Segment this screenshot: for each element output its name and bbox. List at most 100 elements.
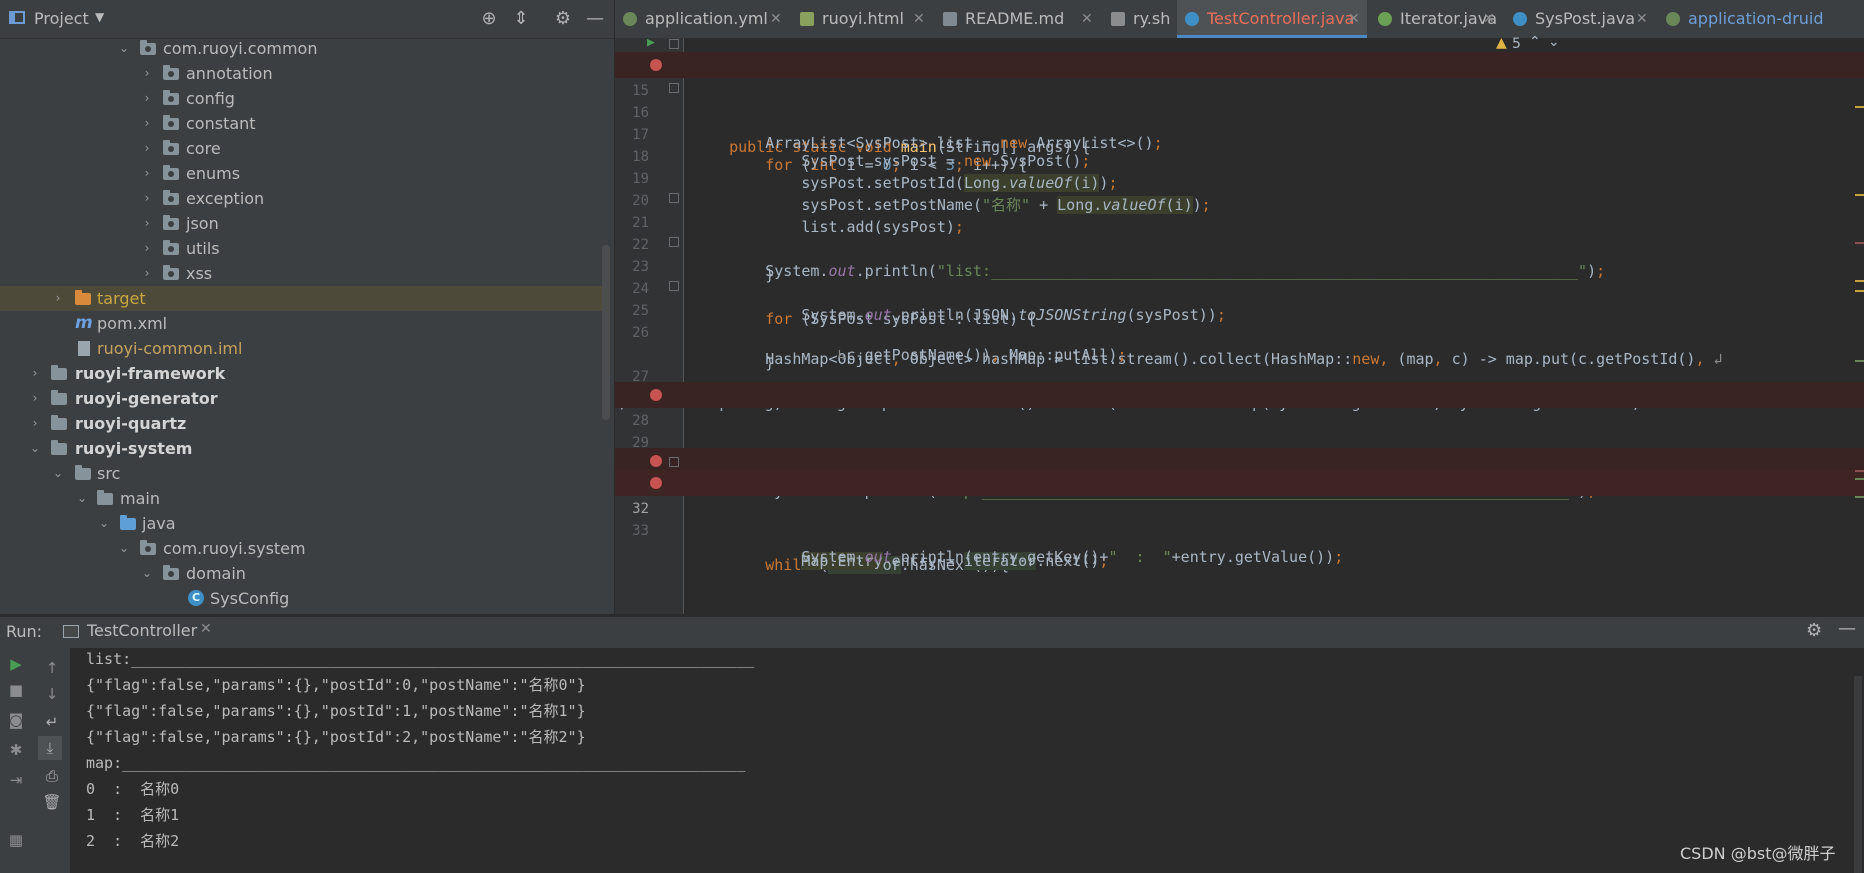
tree-item-sysconfig[interactable]: C SysConfig	[0, 586, 606, 611]
chevron-right-icon[interactable]: ›	[140, 261, 154, 286]
tree-item-constant[interactable]: › constant	[0, 111, 606, 136]
tree-item-config[interactable]: › config	[0, 86, 606, 111]
gear-icon[interactable]: ⚙	[551, 7, 575, 31]
tree-item-ruoyi-generator[interactable]: › ruoyi-generator	[0, 386, 606, 411]
gear-icon[interactable]: ⚙	[1806, 620, 1822, 641]
fold-marker-icon[interactable]	[669, 281, 679, 291]
chevron-right-icon[interactable]: ›	[28, 411, 42, 436]
chevron-right-icon[interactable]: ›	[140, 61, 154, 86]
error-stripe-mark[interactable]	[1855, 106, 1864, 108]
print-icon[interactable]: ⎙	[40, 764, 64, 788]
fold-marker-icon[interactable]	[669, 193, 679, 203]
chevron-down-icon[interactable]: ⌄	[75, 486, 89, 511]
close-icon[interactable]: ✕	[770, 0, 782, 38]
console-output[interactable]: list:___________________________________…	[70, 648, 1864, 873]
fold-marker-icon[interactable]	[669, 457, 679, 467]
chevron-down-icon[interactable]: ⌄	[28, 436, 42, 461]
close-icon[interactable]: ✕	[1081, 0, 1093, 38]
chevron-up-icon[interactable]: ⌃	[1529, 34, 1541, 50]
breakpoint-icon[interactable]	[650, 455, 662, 467]
error-stripe-mark[interactable]	[1855, 280, 1864, 282]
scroll-to-end-icon[interactable]: ⤓	[38, 736, 62, 760]
tab-testcontroller-java[interactable]: TestController.java ✕	[1177, 0, 1367, 38]
tree-item-pom-xml[interactable]: m pom.xml	[0, 311, 606, 336]
tree-item-core[interactable]: › core	[0, 136, 606, 161]
chevron-right-icon[interactable]: ›	[51, 286, 65, 311]
chevron-right-icon[interactable]: ›	[28, 361, 42, 386]
soft-wrap-icon[interactable]: ↵	[40, 710, 64, 734]
tree-item-ruoyi-quartz[interactable]: › ruoyi-quartz	[0, 411, 606, 436]
chevron-right-icon[interactable]: ›	[28, 386, 42, 411]
camera-icon[interactable]: ◙	[4, 708, 28, 732]
error-stripe-mark[interactable]	[1855, 242, 1864, 244]
chevron-down-icon[interactable]: ⌄	[117, 536, 131, 561]
error-stripe-mark[interactable]	[1855, 290, 1864, 292]
chevron-down-icon[interactable]: ⌄	[1548, 34, 1560, 50]
tree-item-xss[interactable]: › xss	[0, 261, 606, 286]
error-stripe-mark[interactable]	[1855, 360, 1864, 362]
chevron-right-icon[interactable]: ›	[140, 186, 154, 211]
project-title[interactable]: Project	[34, 9, 89, 28]
error-stripe-mark[interactable]	[1855, 194, 1864, 196]
tree-item-com-ruoyi-common[interactable]: ⌄ com.ruoyi.common	[0, 36, 606, 61]
chevron-right-icon[interactable]: ›	[140, 136, 154, 161]
fold-marker-icon[interactable]	[669, 83, 679, 93]
rerun-icon[interactable]: ▶	[4, 652, 28, 676]
tree-item-main[interactable]: ⌄ main	[0, 486, 606, 511]
chevron-down-icon[interactable]: ⌄	[140, 561, 154, 586]
chevron-down-icon[interactable]: ⌄	[51, 461, 65, 486]
tab-syspost-java[interactable]: SysPost.java ✕	[1505, 0, 1653, 38]
tab-readme-md[interactable]: README.md ✕	[935, 0, 1098, 38]
tab-iterator-java[interactable]: Iterator.java ✕	[1370, 0, 1500, 38]
error-stripe-mark[interactable]	[1855, 496, 1864, 498]
close-icon[interactable]: ✕	[200, 621, 212, 637]
breakpoint-icon[interactable]	[650, 59, 662, 71]
tree-item-com-ruoyi-system[interactable]: ⌄ com.ruoyi.system	[0, 536, 606, 561]
warning-count[interactable]: 5	[1512, 36, 1521, 52]
project-scrollbar[interactable]	[602, 245, 610, 420]
stop-icon[interactable]: ■	[4, 678, 28, 702]
tab-ruoyi-html[interactable]: ruoyi.html ✕	[792, 0, 930, 38]
breakpoint-icon[interactable]	[650, 389, 662, 401]
tree-item-exception[interactable]: › exception	[0, 186, 606, 211]
fold-marker-icon[interactable]	[669, 39, 679, 49]
tree-item-ruoyi-system[interactable]: ⌄ ruoyi-system	[0, 436, 606, 461]
chevron-down-icon[interactable]: ⌄	[117, 36, 131, 61]
tree-item-enums[interactable]: › enums	[0, 161, 606, 186]
code-line[interactable]: 33 System.out.println(entry.getKey()+" :…	[615, 492, 1864, 566]
console-scrollbar[interactable]	[1854, 676, 1862, 873]
arrow-up-icon[interactable]: ↑	[40, 656, 64, 680]
tree-item-ruoyi-framework[interactable]: › ruoyi-framework	[0, 361, 606, 386]
code-editor[interactable]: 14 ▶ public static void main(String[] ar…	[615, 38, 1864, 614]
close-icon[interactable]: ✕	[1483, 0, 1495, 38]
minimize-icon[interactable]: —	[583, 7, 607, 31]
chevron-right-icon[interactable]: ›	[140, 236, 154, 261]
fold-marker-icon[interactable]	[669, 237, 679, 247]
tree-item-utils[interactable]: › utils	[0, 236, 606, 261]
error-stripe-mark[interactable]	[1855, 470, 1864, 472]
chevron-right-icon[interactable]: ›	[140, 161, 154, 186]
close-icon[interactable]: ✕	[1348, 0, 1360, 38]
tree-item-target[interactable]: › target	[0, 286, 606, 311]
warning-icon[interactable]: ▲	[1496, 35, 1507, 51]
trash-icon[interactable]: 🗑	[40, 790, 64, 814]
collapse-all-icon[interactable]: ⇕	[509, 7, 533, 31]
minimize-icon[interactable]: —	[1838, 618, 1856, 639]
tab-application-druid[interactable]: application-druid	[1658, 0, 1864, 38]
tree-item-annotation[interactable]: › annotation	[0, 61, 606, 86]
arrow-down-icon[interactable]: ↓	[40, 682, 64, 706]
chevron-right-icon[interactable]: ›	[140, 211, 154, 236]
close-icon[interactable]: ✕	[1636, 0, 1648, 38]
tab-application-yml[interactable]: application.yml ✕	[615, 0, 787, 38]
error-stripe-mark[interactable]	[1855, 478, 1864, 480]
tree-item-json[interactable]: › json	[0, 211, 606, 236]
close-icon[interactable]: ✕	[913, 0, 925, 38]
tree-item-ruoyi-common-iml[interactable]: ruoyi-common.iml	[0, 336, 606, 361]
tree-item-src[interactable]: ⌄ src	[0, 461, 606, 486]
locate-icon[interactable]: ⊕	[477, 7, 501, 31]
exit-icon[interactable]: ⇥	[4, 768, 28, 792]
tree-item-java[interactable]: ⌄ java	[0, 511, 606, 536]
settings-icon[interactable]: ✱	[4, 738, 28, 762]
breakpoint-icon[interactable]	[650, 477, 662, 489]
chevron-right-icon[interactable]: ›	[140, 86, 154, 111]
